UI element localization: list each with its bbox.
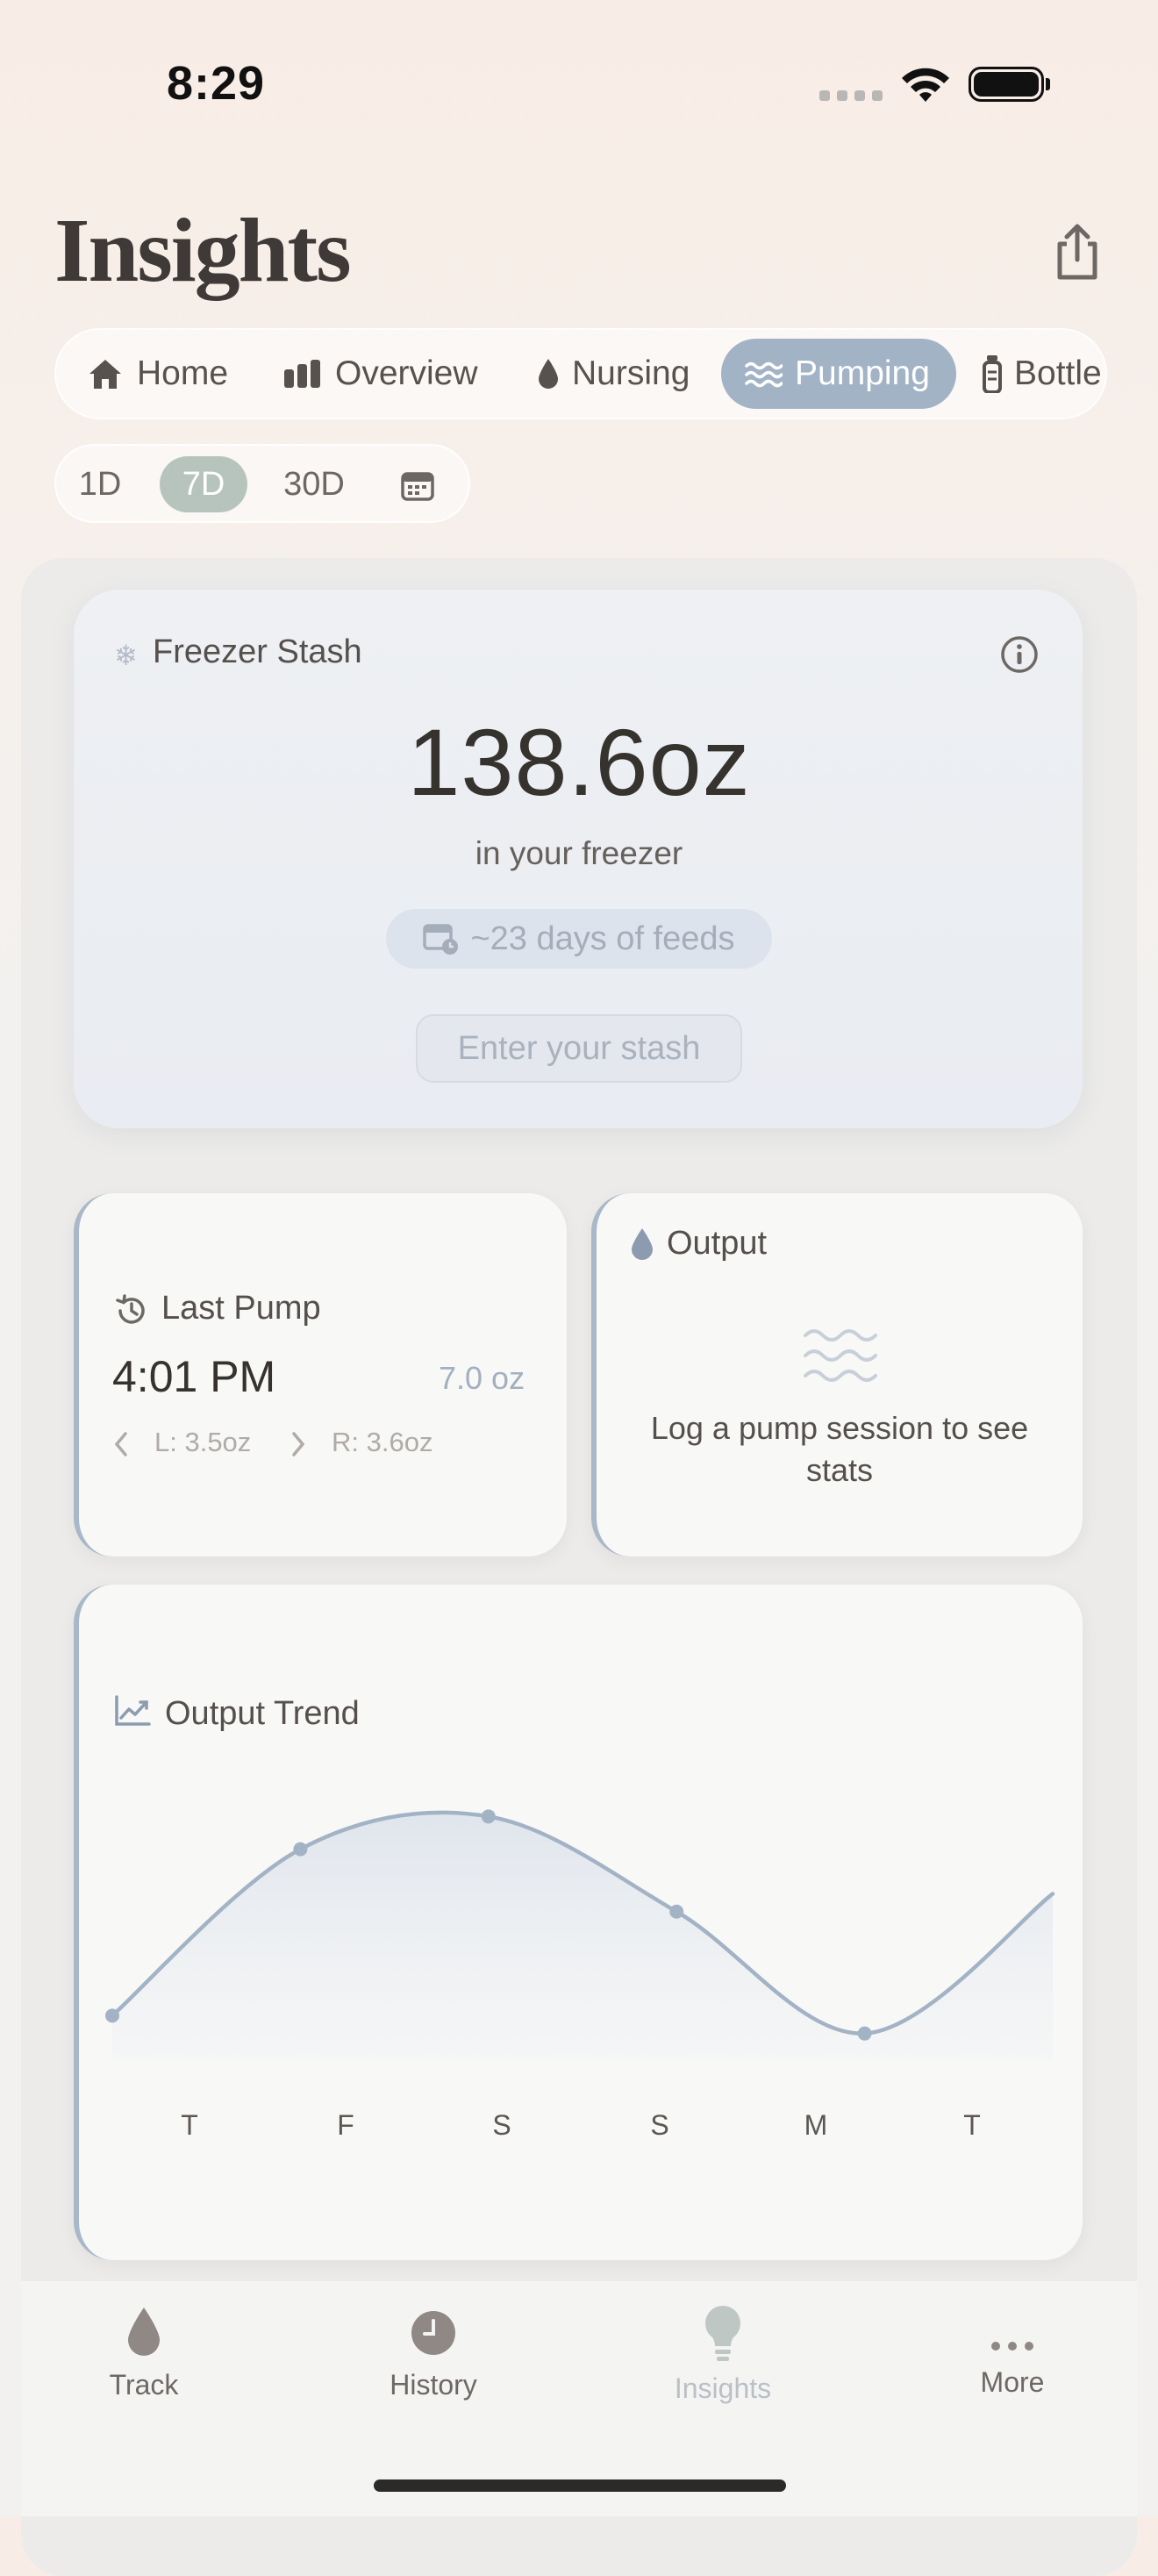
last-pump-left-side: L: 3.5oz <box>154 1427 252 1457</box>
more-icon <box>991 2342 1033 2351</box>
calendar-icon[interactable] <box>400 470 435 502</box>
bar-chart-icon <box>284 360 320 388</box>
nav-label: Track <box>109 2369 179 2401</box>
output-empty-message: Log a pump session to see stats <box>650 1410 1029 1488</box>
x-tick-label: S <box>650 2109 669 2141</box>
history-icon <box>116 1294 145 1324</box>
lightbulb-icon <box>705 2306 740 2361</box>
trend-point <box>293 1842 308 1857</box>
x-tick-label: F <box>337 2109 354 2141</box>
last-pump-right-side: R: 3.6oz <box>332 1427 433 1457</box>
output-trend-chart <box>105 1809 1055 2060</box>
share-icon[interactable] <box>1049 221 1105 283</box>
trend-area <box>112 1812 1053 2060</box>
drop-icon <box>632 1228 653 1260</box>
nav-insights[interactable]: Insights <box>635 2304 811 2405</box>
snowflake-icon: ❄ <box>114 640 138 671</box>
x-tick-label: S <box>492 2109 511 2141</box>
tab-pumping[interactable]: Pumping <box>721 339 956 409</box>
home-icon <box>89 360 121 389</box>
nav-label: History <box>390 2369 477 2401</box>
nav-history[interactable]: History <box>346 2309 521 2401</box>
freezer-stash-label: Freezer Stash <box>153 633 362 670</box>
output-label: Output <box>667 1225 768 1262</box>
output-trend-label: Output Trend <box>165 1695 360 1732</box>
last-pump-label: Last Pump <box>161 1290 321 1327</box>
range-7d[interactable]: 7D <box>160 456 247 512</box>
tab-home[interactable]: Home <box>86 339 228 409</box>
wifi-icon <box>902 68 949 102</box>
category-tabs: Home Overview Nursing Pumping Bottle <box>54 328 1107 419</box>
trend-point <box>669 1904 684 1919</box>
waves-icon <box>745 361 783 388</box>
tab-bottle[interactable]: Bottle <box>983 339 1102 409</box>
home-indicator <box>374 2479 786 2492</box>
enter-stash-button[interactable]: Enter your stash <box>416 1014 742 1083</box>
freezer-amount: 138.6oz <box>407 709 751 815</box>
tab-overview[interactable]: Overview <box>282 339 478 409</box>
range-30d[interactable]: 30D <box>270 456 358 512</box>
last-pump-time: 4:01 PM <box>112 1352 276 1401</box>
calendar-clock-icon <box>423 924 459 955</box>
tab-label: Bottle <box>1014 354 1102 392</box>
drop-icon <box>539 359 558 389</box>
chevron-right-icon <box>292 1432 305 1456</box>
range-1d[interactable]: 1D <box>68 456 132 512</box>
signal-icon <box>819 90 883 101</box>
x-tick-label: M <box>804 2109 828 2141</box>
battery-icon <box>969 67 1044 102</box>
tab-label: Pumping <box>795 354 930 392</box>
x-tick-label: T <box>181 2109 198 2141</box>
trend-point <box>481 1809 496 1824</box>
trend-point <box>857 2026 872 2041</box>
last-pump-amount: 7.0 oz <box>439 1360 525 1396</box>
page-title: Insights <box>54 200 352 301</box>
tab-label: Home <box>137 354 229 392</box>
battery-cap <box>1046 78 1050 90</box>
tab-label: Nursing <box>572 354 690 392</box>
tab-label: Overview <box>335 354 478 392</box>
waves-icon <box>804 1329 877 1382</box>
nav-more[interactable]: More <box>925 2327 1100 2399</box>
status-time: 8:29 <box>167 57 266 110</box>
bottle-icon <box>983 355 1002 393</box>
trend-point <box>105 2008 119 2023</box>
tab-nursing[interactable]: Nursing <box>537 339 690 409</box>
trend-chart-icon <box>115 1695 151 1726</box>
days-of-feeds-text: ~23 days of feeds <box>470 919 735 957</box>
nav-label: More <box>980 2366 1045 2398</box>
chevron-left-icon <box>114 1432 127 1456</box>
info-icon[interactable] <box>1000 635 1039 674</box>
freezer-subtitle: in your freezer <box>475 835 683 871</box>
nav-track[interactable]: Track <box>56 2306 232 2401</box>
drop-icon <box>128 2308 160 2356</box>
range-selector: 1D 7D 30D <box>54 444 470 523</box>
nav-label: Insights <box>674 2372 772 2404</box>
days-of-feeds-badge: ~23 days of feeds <box>386 909 772 969</box>
x-tick-label: T <box>963 2109 981 2141</box>
clock-icon <box>411 2311 455 2355</box>
